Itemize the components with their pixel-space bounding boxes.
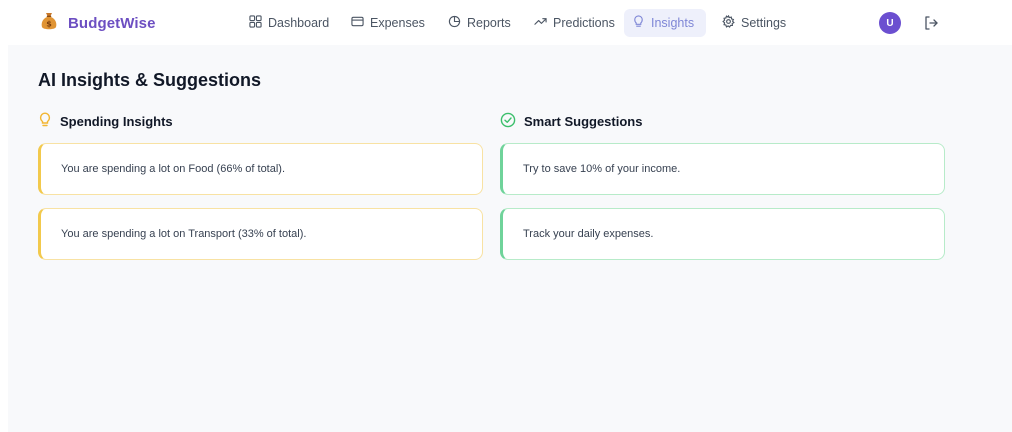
nav-label-expenses: Expenses xyxy=(370,16,425,30)
top-navbar: $ BudgetWise Dashboard Expenses Reports xyxy=(0,0,1012,45)
pie-chart-icon xyxy=(448,15,461,31)
trend-up-icon xyxy=(534,15,547,31)
gear-icon xyxy=(722,14,735,31)
suggestion-text: Try to save 10% of your income. xyxy=(523,163,681,175)
spending-insights-heading: Spending Insights xyxy=(38,111,173,131)
suggestion-card: Try to save 10% of your income. xyxy=(500,143,945,195)
brand[interactable]: $ BudgetWise xyxy=(40,11,156,35)
nav-label-predictions: Predictions xyxy=(553,16,615,30)
insight-text: You are spending a lot on Food (66% of t… xyxy=(61,163,286,175)
lightbulb-icon xyxy=(632,15,645,31)
smart-suggestions-title: Smart Suggestions xyxy=(524,113,643,129)
nav-item-dashboard[interactable]: Dashboard xyxy=(241,9,332,37)
nav-label-dashboard: Dashboard xyxy=(268,16,330,30)
suggestion-text: Track your daily expenses. xyxy=(523,228,654,240)
user-avatar[interactable]: U xyxy=(879,12,901,34)
nav-label-settings: Settings xyxy=(741,16,787,30)
nav-item-predictions[interactable]: Predictions xyxy=(526,9,618,37)
lightbulb-icon xyxy=(38,112,52,131)
nav-label-insights: Insights xyxy=(651,16,695,30)
insight-card: You are spending a lot on Transport (33%… xyxy=(38,208,483,260)
insight-card: You are spending a lot on Food (66% of t… xyxy=(38,143,483,195)
money-bag-icon: $ xyxy=(40,11,58,36)
nav-item-expenses[interactable]: Expenses xyxy=(343,9,430,37)
nav-item-settings[interactable]: Settings xyxy=(714,9,792,37)
nav-item-reports[interactable]: Reports xyxy=(440,9,516,37)
page-title: AI Insights & Suggestions xyxy=(38,70,262,90)
grid-icon xyxy=(249,15,262,31)
nav-item-insights[interactable]: Insights xyxy=(624,9,706,37)
logout-icon[interactable] xyxy=(922,14,940,32)
nav-label-reports: Reports xyxy=(467,16,511,30)
suggestion-card: Track your daily expenses. xyxy=(500,208,945,260)
spending-insights-title: Spending Insights xyxy=(60,113,173,129)
insight-text: You are spending a lot on Transport (33%… xyxy=(61,228,307,240)
brand-name: BudgetWise xyxy=(68,14,156,32)
svg-text:$: $ xyxy=(46,19,52,28)
check-circle-icon xyxy=(500,112,516,131)
smart-suggestions-heading: Smart Suggestions xyxy=(500,111,642,131)
credit-card-icon xyxy=(351,15,364,31)
